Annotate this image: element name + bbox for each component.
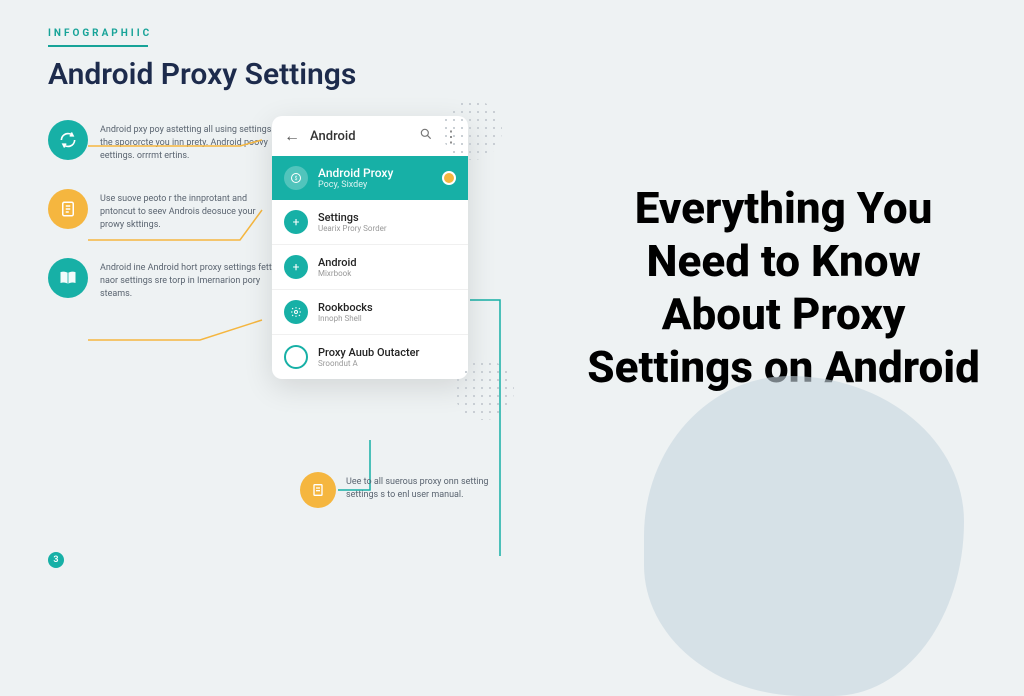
row-title: Rookbocks: [318, 301, 373, 314]
back-arrow-icon[interactable]: ←: [284, 126, 300, 146]
info-block-4: Uee to all suerous proxy onn setting set…: [300, 472, 506, 508]
row-sub: Mixrbook: [318, 269, 357, 278]
row-title: Proxy Auub Outacter: [318, 346, 419, 359]
radio-selected-icon: [442, 171, 456, 185]
headline-panel: Everything You Need to Know About Proxy …: [563, 0, 1024, 576]
phone-row-android[interactable]: + Android Mixrbook: [272, 245, 468, 290]
plus-icon: +: [284, 210, 308, 234]
row-title: Android: [318, 256, 357, 269]
active-row-title: Android Proxy: [318, 166, 393, 180]
row-sub: Innoph Shell: [318, 314, 373, 323]
phone-app-title: Android: [310, 129, 409, 144]
circle-icon: [284, 345, 308, 369]
info-text-2: Use suove peoto r the innprotant and pnt…: [100, 189, 280, 232]
plus-icon: +: [284, 255, 308, 279]
phone-app-bar: ← Android ⋮: [272, 116, 468, 156]
search-icon[interactable]: [419, 127, 433, 145]
divider: [48, 45, 148, 47]
page-number: 3: [48, 552, 64, 568]
dot-decoration: [454, 360, 514, 420]
blob-decoration: [644, 376, 964, 696]
proxy-icon: $: [284, 166, 308, 190]
info-text-1: Android pxy poy astetting all using sett…: [100, 120, 280, 163]
info-text-4: Uee to all suerous proxy onn setting set…: [346, 472, 506, 502]
phone-row-proxy-outacter[interactable]: Proxy Auub Outacter Sroondut A: [272, 335, 468, 379]
infographic-title: Android Proxy Settings: [48, 57, 543, 92]
clipboard-icon: [300, 472, 336, 508]
gear-icon: [284, 300, 308, 324]
article-headline: Everything You Need to Know About Proxy …: [583, 182, 984, 393]
row-sub: Uearix Prory Sorder: [318, 224, 387, 233]
phone-row-settings[interactable]: + Settings Uearix Prory Sorder: [272, 200, 468, 245]
dot-decoration: [442, 100, 502, 160]
book-icon: [48, 258, 88, 298]
row-title: Settings: [318, 211, 387, 224]
info-text-3: Android ine Android hort proxy settings …: [100, 258, 280, 301]
phone-mockup: ← Android ⋮ $ Android Proxy Pocy, Sixdey…: [272, 116, 468, 379]
phone-row-rookbocks[interactable]: Rookbocks Innoph Shell: [272, 290, 468, 335]
eyebrow-label: INFOGRAPHIIC: [48, 28, 543, 39]
active-row-sub: Pocy, Sixdey: [318, 180, 393, 190]
svg-text:$: $: [295, 175, 298, 182]
infographic-panel: INFOGRAPHIIC Android Proxy Settings Andr…: [0, 0, 563, 576]
phone-active-row[interactable]: $ Android Proxy Pocy, Sixdey: [272, 156, 468, 200]
document-icon: [48, 189, 88, 229]
refresh-icon: [48, 120, 88, 160]
row-sub: Sroondut A: [318, 359, 419, 368]
